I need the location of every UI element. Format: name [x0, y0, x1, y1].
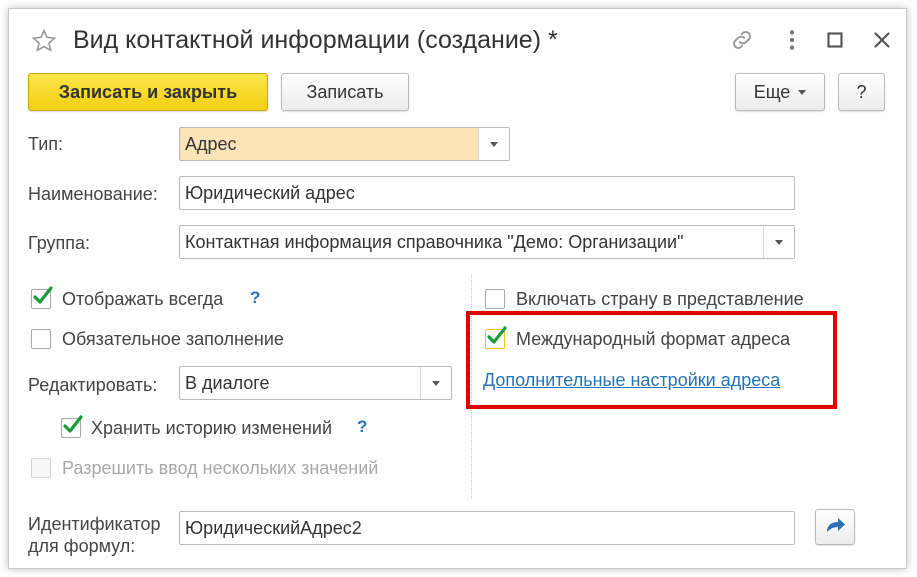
name-label: Наименование: — [28, 184, 158, 204]
name-value: Юридический адрес — [185, 182, 355, 203]
required-checkbox[interactable] — [31, 329, 51, 349]
link-icon[interactable] — [729, 27, 755, 53]
chevron-down-icon[interactable] — [420, 367, 451, 399]
show-always-checkbox[interactable] — [31, 286, 53, 309]
show-always-help[interactable]: ? — [250, 288, 260, 308]
window-title: Вид контактной информации (создание) * — [73, 26, 558, 54]
identifier-input[interactable]: ЮридическийАдрес2 — [179, 511, 795, 545]
edit-label: Редактировать: — [28, 375, 158, 395]
required-label[interactable]: Обязательное заполнение — [62, 329, 284, 350]
edit-value: В диалоге — [185, 372, 270, 393]
chevron-down-icon — [798, 89, 807, 95]
keep-history-help[interactable]: ? — [357, 417, 367, 437]
chevron-down-icon[interactable] — [763, 226, 794, 258]
identifier-label-line2: для формул: — [28, 536, 136, 556]
highlight-frame — [466, 311, 837, 409]
type-select[interactable]: Адрес — [179, 127, 510, 161]
group-select[interactable]: Контактная информация справочника "Демо:… — [179, 225, 795, 259]
star-icon[interactable] — [31, 28, 57, 54]
chevron-down-icon[interactable] — [478, 128, 509, 160]
allow-multiple-checkbox — [31, 458, 51, 478]
show-always-label[interactable]: Отображать всегда — [62, 289, 223, 310]
keep-history-label[interactable]: Хранить историю изменений — [91, 418, 332, 439]
save-and-close-button[interactable]: Записать и закрыть — [28, 73, 268, 111]
check-icon — [63, 415, 83, 433]
keep-history-checkbox[interactable] — [61, 415, 83, 438]
redo-arrow-icon — [827, 518, 845, 532]
refresh-identifier-button[interactable] — [815, 509, 855, 545]
check-icon — [33, 286, 53, 304]
edit-select[interactable]: В диалоге — [179, 366, 452, 400]
identifier-label: Идентификатор для формул: — [28, 513, 161, 557]
identifier-label-line1: Идентификатор — [28, 514, 161, 534]
save-button[interactable]: Записать — [281, 73, 409, 111]
more-vertical-icon[interactable] — [779, 27, 805, 53]
more-button-label: Еще — [753, 81, 791, 102]
include-country-checkbox[interactable] — [485, 289, 505, 309]
name-input[interactable]: Юридический адрес — [179, 176, 795, 210]
maximize-icon[interactable] — [822, 27, 848, 53]
more-button[interactable]: Еще — [735, 73, 825, 111]
type-value: Адрес — [185, 133, 237, 154]
type-label: Тип: — [28, 134, 64, 154]
allow-multiple-label: Разрешить ввод нескольких значений — [62, 458, 379, 478]
include-country-label[interactable]: Включать страну в представление — [516, 289, 804, 310]
group-label: Группа: — [28, 233, 91, 253]
help-button[interactable]: ? — [838, 73, 885, 111]
dialog-window: Вид контактной информации (создание) * З… — [8, 8, 907, 569]
close-icon[interactable] — [869, 27, 895, 53]
group-value: Контактная информация справочника "Демо:… — [185, 231, 684, 252]
identifier-value: ЮридическийАдрес2 — [185, 517, 362, 538]
